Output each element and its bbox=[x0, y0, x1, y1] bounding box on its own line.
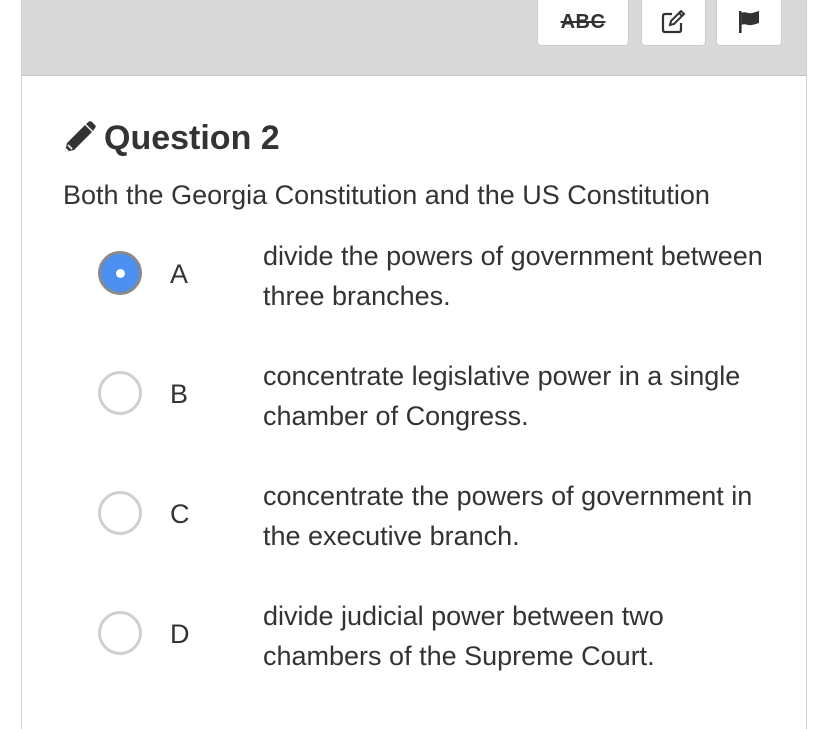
radio-selected-dot bbox=[115, 268, 125, 278]
strikethrough-button[interactable]: ABC bbox=[537, 0, 629, 46]
question-card: ABC Question 2 Both the Georgia Constitu… bbox=[21, 0, 807, 729]
flag-icon bbox=[739, 11, 759, 33]
page: ABC Question 2 Both the Georgia Constitu… bbox=[0, 0, 828, 729]
option-text: concentrate legislative power in a singl… bbox=[263, 361, 741, 431]
option-text: divide the powers of government between … bbox=[263, 241, 763, 311]
question-prompt: Both the Georgia Constitution and the US… bbox=[63, 180, 710, 210]
radio-button-a[interactable] bbox=[98, 251, 142, 295]
option-letter: C bbox=[170, 499, 190, 529]
answer-option-d[interactable]: D divide judicial power between two cham… bbox=[98, 596, 778, 696]
question-toolbar: ABC bbox=[22, 0, 806, 76]
edit-note-icon bbox=[661, 10, 685, 34]
option-text: concentrate the powers of government in … bbox=[263, 481, 753, 551]
answer-option-c[interactable]: C concentrate the powers of government i… bbox=[98, 476, 778, 576]
pencil-icon bbox=[65, 121, 96, 152]
notes-button[interactable] bbox=[641, 0, 706, 46]
radio-button-c[interactable] bbox=[98, 491, 142, 535]
flag-button[interactable] bbox=[716, 0, 782, 46]
radio-button-d[interactable] bbox=[98, 611, 142, 655]
option-letter: B bbox=[170, 379, 189, 409]
answer-option-a[interactable]: A divide the powers of government betwee… bbox=[98, 236, 778, 336]
radio-button-b[interactable] bbox=[98, 371, 142, 415]
question-title: Question 2 bbox=[62, 116, 280, 160]
option-letter: D bbox=[170, 619, 190, 649]
answer-option-b[interactable]: B concentrate legislative power in a sin… bbox=[98, 356, 778, 456]
option-letter: A bbox=[170, 259, 189, 289]
strikethrough-label: ABC bbox=[560, 10, 606, 33]
question-title-text: Question 2 bbox=[104, 118, 280, 157]
option-text: divide judicial power between two chambe… bbox=[263, 601, 664, 671]
